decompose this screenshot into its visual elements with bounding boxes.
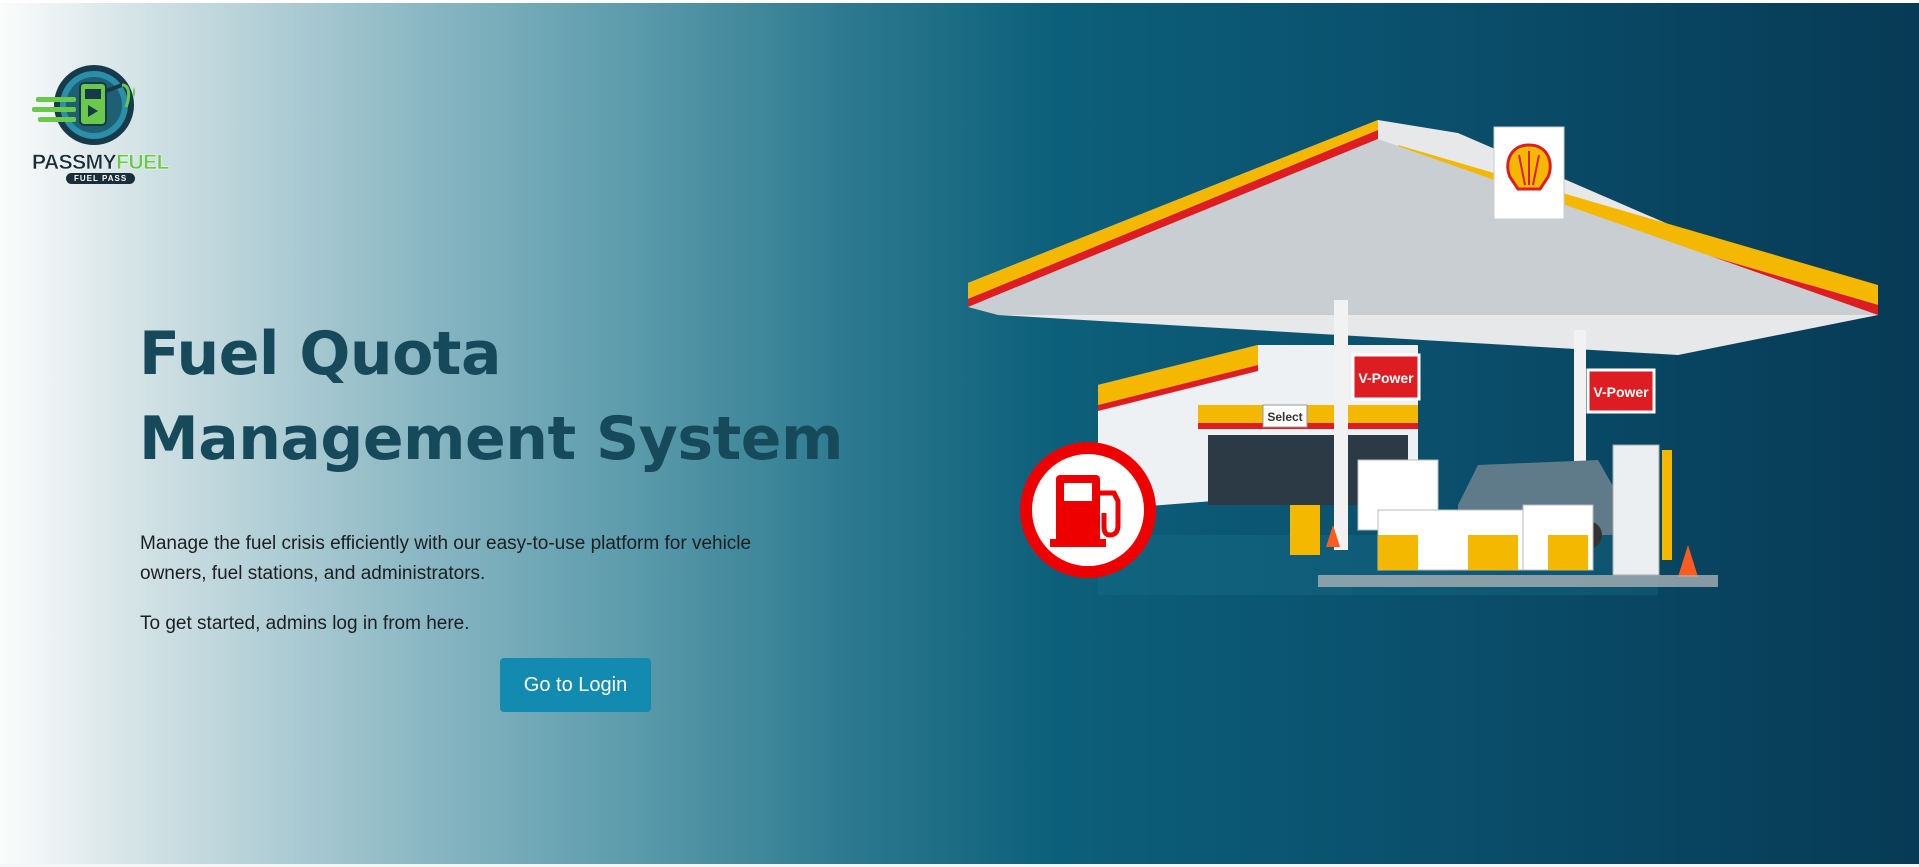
passmyfuel-logo[interactable]: PASSMYFUEL FUEL PASS — [30, 61, 170, 186]
vpower-sign-2: V-Power — [1593, 384, 1649, 400]
logo-tagline: FUEL PASS — [66, 173, 136, 184]
title-line-2: Management System — [139, 404, 843, 474]
hero-description: Manage the fuel crisis efficiently with … — [140, 533, 752, 584]
fuel-pump-circle-icon — [1020, 442, 1156, 578]
page-title: Fuel Quota Management System — [139, 312, 859, 482]
title-line-1: Fuel Quota — [139, 319, 501, 389]
logo-wordmark: PASSMYFUEL — [32, 151, 170, 175]
logo-word-part2: FUEL — [116, 151, 170, 174]
gas-station-illustration: Select V-Power V-Power — [968, 120, 1878, 595]
logo-word-part1: PASSMY — [32, 151, 117, 174]
go-to-login-button[interactable]: Go to Login — [500, 658, 651, 712]
admin-note: To get started, admins log in from here. — [140, 613, 470, 634]
hero-section: PASSMYFUEL FUEL PASS Fuel Quota Manageme… — [0, 3, 1919, 867]
store-sign: Select — [1267, 410, 1302, 424]
shell-logo-icon — [1506, 143, 1552, 191]
fuel-pump-logo-icon — [32, 65, 135, 145]
vpower-sign-1: V-Power — [1358, 370, 1414, 386]
